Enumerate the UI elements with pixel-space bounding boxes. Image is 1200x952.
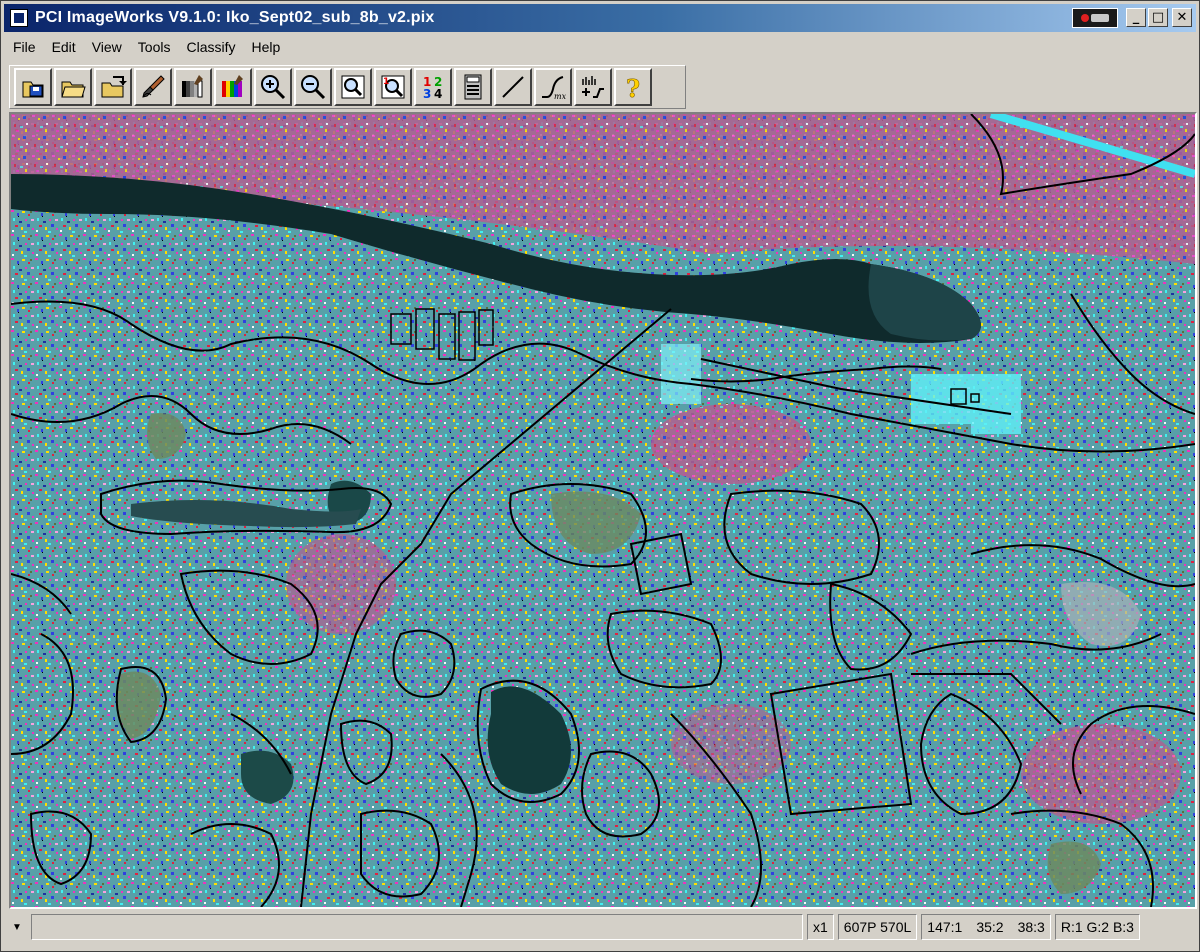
status-message-field — [31, 914, 803, 940]
edit-brush-icon — [142, 75, 165, 98]
color-lut-button[interactable] — [214, 68, 252, 106]
status-dropdown-icon[interactable]: ▼ — [9, 919, 25, 935]
pixel-line-position: 607P 570L — [837, 914, 918, 940]
zoom-fit-icon — [341, 75, 365, 99]
svg-text:4: 4 — [434, 87, 442, 101]
window-title: PCI ImageWorks V9.1.0: Iko_Sept02_sub_8b… — [35, 9, 435, 26]
classified-satellite-image — [11, 114, 1195, 907]
edit-brush-button[interactable] — [134, 68, 172, 106]
imageworks-window: PCI ImageWorks V9.1.0: Iko_Sept02_sub_8b… — [0, 0, 1200, 952]
svg-text:mx: mx — [554, 92, 567, 101]
band-value-3: 38:3 — [1017, 919, 1045, 935]
grayscale-lut-icon — [182, 75, 203, 98]
menu-tools[interactable]: Tools — [130, 39, 179, 55]
svg-text:?: ? — [626, 74, 640, 101]
export-button[interactable] — [94, 68, 132, 106]
color-lut-icon — [222, 75, 243, 97]
zoom-level: x1 — [807, 914, 834, 940]
zoom-fit-button[interactable] — [334, 68, 372, 106]
zoom-out-button[interactable] — [294, 68, 332, 106]
menu-bar: File Edit View Tools Classify Help — [5, 35, 288, 59]
save-file-button[interactable] — [14, 68, 52, 106]
calculator-icon — [464, 74, 482, 100]
band-numbers-button[interactable]: 1 2 3 4 — [414, 68, 452, 106]
band-value-2: 35:2 — [976, 919, 1004, 935]
histogram-button[interactable] — [574, 68, 612, 106]
maximize-button[interactable]: □ — [1148, 8, 1168, 27]
line-tool-icon — [502, 76, 524, 98]
menu-edit[interactable]: Edit — [44, 39, 84, 55]
menu-help[interactable]: Help — [243, 39, 288, 55]
open-folder-button[interactable] — [54, 68, 92, 106]
grayscale-lut-button[interactable] — [174, 68, 212, 106]
menu-view[interactable]: View — [84, 39, 130, 55]
menu-file[interactable]: File — [5, 39, 44, 55]
zoom-out-icon — [301, 75, 326, 100]
title-bar[interactable]: PCI ImageWorks V9.1.0: Iko_Sept02_sub_8b… — [4, 4, 1196, 32]
open-folder-icon — [61, 81, 86, 98]
zoom-in-button[interactable] — [254, 68, 292, 106]
image-viewer[interactable] — [9, 112, 1197, 909]
close-button[interactable]: ✕ — [1172, 8, 1192, 27]
band-values: 147:1 35:2 38:3 — [921, 914, 1051, 940]
svg-text:3: 3 — [423, 87, 431, 101]
histogram-icon — [582, 76, 604, 98]
pci-logo-icon — [1072, 8, 1118, 28]
zoom-one-icon: 1 — [381, 75, 405, 99]
enhancement-curve-button[interactable]: mx — [534, 68, 572, 106]
main-toolbar: 1 1 2 3 4 mx ? — [9, 65, 686, 109]
calculator-button[interactable] — [454, 68, 492, 106]
help-button[interactable]: ? — [614, 68, 652, 106]
minimize-button[interactable]: _ — [1126, 8, 1146, 27]
save-file-icon — [22, 81, 44, 98]
status-bar: ▼ x1 607P 570L 147:1 35:2 38:3 R:1 G:2 B… — [9, 913, 1197, 941]
enhancement-curve-icon: mx — [542, 76, 567, 101]
line-tool-button[interactable] — [494, 68, 532, 106]
menu-classify[interactable]: Classify — [178, 39, 243, 55]
svg-text:1: 1 — [383, 77, 389, 87]
band-value-1: 147:1 — [927, 919, 963, 935]
export-icon — [101, 76, 127, 98]
zoom-in-icon — [261, 75, 286, 100]
app-icon[interactable] — [10, 9, 28, 27]
help-icon: ? — [626, 74, 641, 101]
band-numbers-icon: 1 2 3 4 — [423, 75, 442, 101]
rgb-band-mapping: R:1 G:2 B:3 — [1054, 914, 1140, 940]
zoom-one-button[interactable]: 1 — [374, 68, 412, 106]
